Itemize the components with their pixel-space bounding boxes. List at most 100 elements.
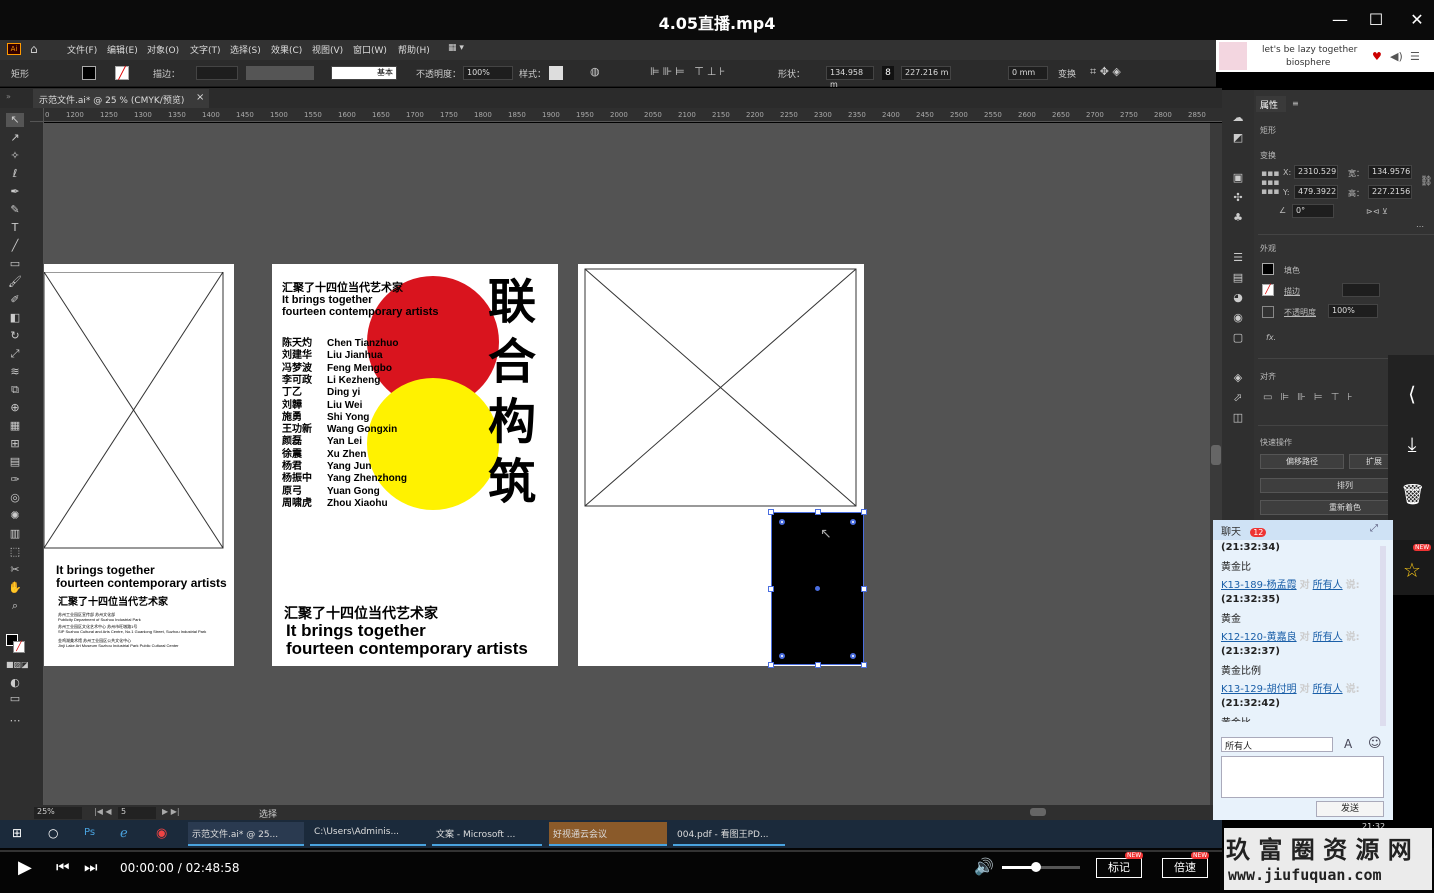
gradient-tool-icon[interactable]: ▤ (6, 455, 24, 469)
panel-dock-icons[interactable]: ☁ ◩ ▣ ✣ ♣ ☰ ▤ ◕ ◉ ▢ ◈ ⬀ ◫ (1230, 108, 1246, 428)
stroke-label[interactable]: 描边 (1284, 286, 1300, 297)
recolor-icon[interactable]: ◍ (590, 65, 600, 78)
link-proportions-icon[interactable]: 8 (882, 66, 894, 80)
workspace-icon[interactable]: ▦ ▾ (448, 43, 464, 53)
angle-field[interactable]: 0° (1292, 204, 1334, 218)
emoji-icon[interactable]: ☺ (1368, 736, 1382, 751)
menu-effect[interactable]: 效果(C) (271, 43, 302, 56)
chat-user-link[interactable]: K12-120-黄嘉良 (1221, 632, 1297, 643)
corner-widget[interactable] (779, 519, 785, 525)
menu-help[interactable]: 帮助(H) (398, 43, 430, 56)
taskbar-item-explorer[interactable]: C:\Users\Adminis... (310, 822, 426, 846)
menu-view[interactable]: 视图(V) (312, 43, 343, 56)
chat-scrollbar[interactable] (1380, 546, 1386, 726)
corner-widget[interactable] (850, 519, 856, 525)
shape-builder-tool-icon[interactable]: ⊕ (6, 401, 24, 415)
panel-collapse-icon[interactable]: » (6, 92, 11, 101)
opacity-field[interactable]: 100% (463, 66, 513, 80)
type-tool-icon[interactable]: T (6, 221, 24, 235)
resize-handle[interactable] (815, 662, 821, 668)
draw-mode-icon[interactable]: ◐ (6, 676, 24, 690)
home-icon[interactable]: ⌂ (30, 42, 38, 56)
perspective-grid-tool-icon[interactable]: ▦ (6, 419, 24, 433)
free-transform-tool-icon[interactable]: ⧉ (6, 383, 24, 397)
x-field[interactable]: 2310.529 (1294, 165, 1338, 179)
mesh-tool-icon[interactable]: ⊞ (6, 437, 24, 451)
brush-definition[interactable]: 基本 (331, 66, 397, 80)
resize-handle[interactable] (861, 662, 867, 668)
photoshop-icon[interactable]: Ps (84, 827, 95, 838)
chat-user-link[interactable]: K13-129-胡付明 (1221, 684, 1297, 695)
menu-object[interactable]: 对象(O) (147, 43, 179, 56)
stroke-swatch[interactable]: ╱ (115, 66, 129, 80)
taskbar-item-word[interactable]: 文案 - Microsoft ... (432, 822, 542, 846)
search-icon[interactable]: ○ (48, 826, 58, 840)
fill-swatch[interactable] (82, 66, 96, 80)
chat-user-link[interactable]: K13-189-杨孟霞 (1221, 580, 1297, 591)
chat-target-link[interactable]: 所有人 (1313, 580, 1343, 591)
menu-file[interactable]: 文件(F) (67, 43, 97, 56)
graph-tool-icon[interactable]: ▥ (6, 527, 24, 541)
slice-tool-icon[interactable]: ✂ (6, 563, 24, 577)
resize-handle[interactable] (815, 509, 821, 515)
maximize-button[interactable]: ☐ (1364, 8, 1388, 32)
next-icon[interactable]: ⏭ (84, 858, 98, 876)
resize-handle[interactable] (768, 662, 774, 668)
stroke-color-icon[interactable]: ╱ (13, 641, 25, 653)
share-icon[interactable]: ⟨ (1400, 382, 1424, 406)
align-icons[interactable]: ⊫⊪⊨ ⊤⊥⊦ (650, 65, 728, 78)
pen-tool-icon[interactable]: ✒ (6, 185, 24, 199)
blend-tool-icon[interactable]: ◎ (6, 491, 24, 505)
font-icon[interactable]: A (1344, 737, 1352, 751)
taskbar-item-illustrator[interactable]: 示范文件.ai* @ 25... (188, 822, 304, 846)
transform-icons[interactable]: ⌗ ✥ ◈ (1090, 65, 1121, 79)
panel-stroke-weight[interactable] (1342, 283, 1380, 297)
close-button[interactable]: ✕ (1405, 8, 1429, 32)
resize-handle[interactable] (861, 586, 867, 592)
zoom-field[interactable]: 25% (34, 807, 82, 819)
y-field[interactable]: 479.3922 (1294, 185, 1338, 199)
hand-tool-icon[interactable]: ✋ (6, 581, 24, 595)
magic-wand-tool-icon[interactable]: ✧ (6, 149, 24, 163)
reference-point-icon[interactable]: ▪▪▪ ▪▪▪ ▪▪▪ (1261, 170, 1279, 197)
zoom-tool-icon[interactable]: ⌕ (6, 599, 24, 613)
height-field[interactable]: 227.216 m (901, 66, 951, 80)
menu-window[interactable]: 窗口(W) (353, 43, 387, 56)
chat-target-link[interactable]: 所有人 (1313, 684, 1343, 695)
volume-icon[interactable]: 🔊 (974, 857, 994, 876)
artboard-tool-icon[interactable]: ⬚ (6, 545, 24, 559)
chat-recipient-select[interactable]: 所有人 (1221, 737, 1333, 752)
width-field[interactable]: 134.958 m (826, 66, 874, 89)
send-button[interactable]: 发送 (1316, 801, 1384, 817)
constrain-link-icon[interactable]: ⛓ (1420, 176, 1433, 187)
properties-tab[interactable]: 属性 (1256, 96, 1286, 112)
download-icon[interactable]: ⤓ (1400, 432, 1424, 456)
scale-tool-icon[interactable]: ⤢ (6, 347, 24, 361)
direct-selection-tool-icon[interactable]: ↗ (6, 131, 24, 145)
variable-width-profile[interactable] (246, 66, 314, 80)
chat-target-link[interactable]: 所有人 (1313, 632, 1343, 643)
opacity-label[interactable]: 不透明度 (1284, 307, 1316, 318)
panel-fill-swatch[interactable] (1262, 263, 1274, 275)
fx-button[interactable]: fx. (1266, 333, 1276, 342)
trash-icon[interactable]: 🗑 (1400, 482, 1425, 506)
menu-select[interactable]: 选择(S) (230, 43, 261, 56)
menu-type[interactable]: 文字(T) (190, 43, 221, 56)
artboard-nav-prev[interactable]: |◀ ◀ (94, 807, 112, 816)
artboard-number-field[interactable]: 5 (118, 807, 156, 819)
heart-icon[interactable]: ♥ (1372, 50, 1382, 63)
h-field[interactable]: 227.2156 (1368, 185, 1412, 199)
curvature-tool-icon[interactable]: ✎ (6, 203, 24, 217)
horizontal-scroll-thumb[interactable] (1030, 808, 1046, 816)
rotate-tool-icon[interactable]: ↻ (6, 329, 24, 343)
ie-icon[interactable]: ℯ (120, 826, 128, 841)
rectangle-tool-icon[interactable]: ▭ (6, 257, 24, 271)
document-tab[interactable]: 示范文件.ai* @ 25 % (CMYK/预览) (33, 89, 209, 108)
transform-more-icon[interactable]: ⋯ (1416, 222, 1424, 231)
mark-button[interactable]: 标记 (1096, 858, 1142, 878)
scroll-thumb[interactable] (1211, 445, 1221, 465)
chrome-icon[interactable]: ◉ (156, 826, 167, 841)
color-mode-icon[interactable]: ■▨◪ (6, 660, 29, 674)
w-field[interactable]: 134.9576 (1368, 165, 1412, 179)
corner-radius-field[interactable]: 0 mm (1008, 66, 1048, 80)
